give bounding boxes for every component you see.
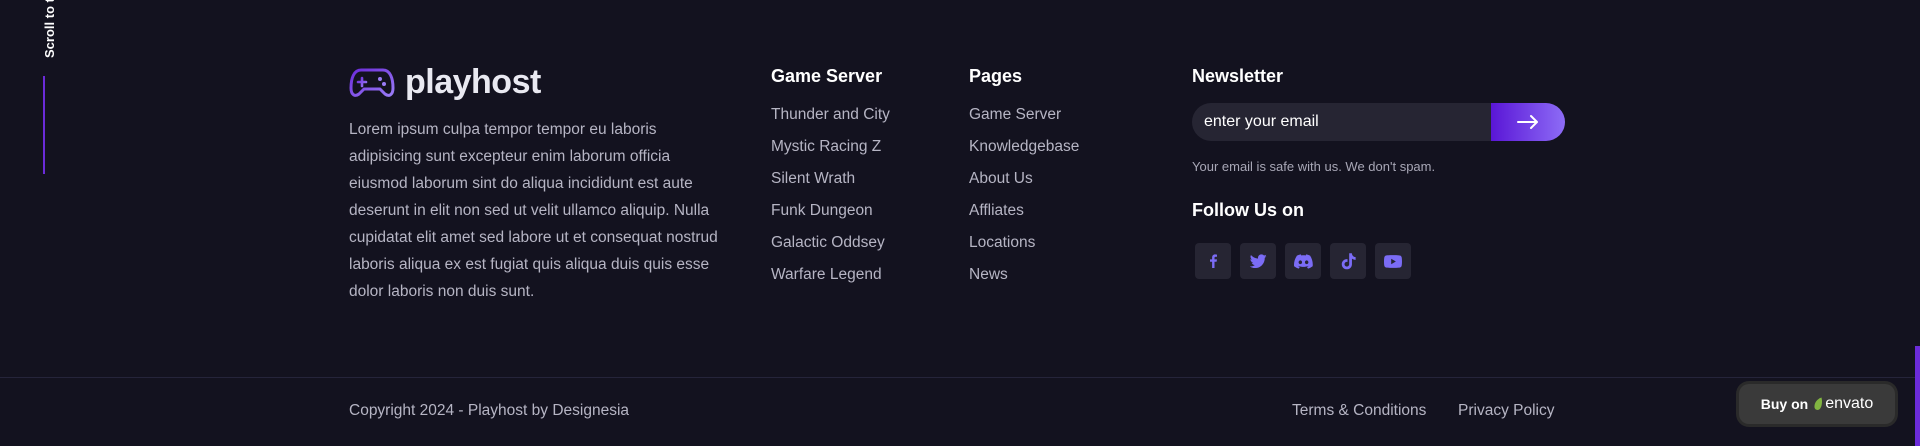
pages-link[interactable]: Knowledgebase (969, 137, 1079, 169)
pages-link[interactable]: Game Server (969, 105, 1079, 137)
envato-label: envato (1825, 395, 1874, 412)
pages-link[interactable]: Locations (969, 233, 1079, 265)
pages-link[interactable]: Affliates (969, 201, 1079, 233)
newsletter-block: Newsletter Your email is safe with us. W… (1192, 66, 1572, 279)
pages-list: Game Server Knowledgebase About Us Affli… (969, 105, 1079, 297)
pages-link[interactable]: News (969, 265, 1079, 297)
subscribe-form (1192, 103, 1565, 141)
buy-label: Buy on (1760, 396, 1809, 412)
social-links (1195, 243, 1572, 279)
logo-text: playhost (405, 62, 541, 101)
pages-link[interactable]: About Us (969, 169, 1079, 201)
email-input[interactable] (1192, 103, 1491, 141)
scroll-line (43, 76, 45, 174)
youtube-icon (1384, 254, 1402, 268)
newsletter-title: Newsletter (1192, 66, 1284, 86)
game-server-title: Game Server (771, 66, 883, 86)
game-server-link[interactable]: Thunder and City (771, 105, 890, 137)
twitter-icon (1249, 253, 1267, 268)
game-server-link[interactable]: Mystic Racing Z (771, 137, 890, 169)
logo[interactable]: playhost (349, 62, 729, 102)
copyright-text: Copyright 2024 - Playhost by Designesia (349, 402, 630, 419)
footer-divider (0, 377, 1920, 378)
subscribe-button[interactable] (1491, 103, 1565, 141)
tiktok-icon (1341, 252, 1356, 269)
follow-title: Follow Us on (1192, 200, 1304, 220)
scroll-to-top-label[interactable]: Scroll to top (42, 0, 57, 58)
brand-block: playhost Lorem ipsum culpa tempor tempor… (349, 62, 729, 305)
about-text: Lorem ipsum culpa tempor tempor eu labor… (349, 121, 718, 300)
gamepad-icon (349, 68, 395, 97)
arrow-right-icon (1517, 115, 1538, 129)
scroll-to-top[interactable]: Scroll to top (30, 0, 58, 180)
terms-link[interactable]: Terms & Conditions (1292, 402, 1426, 420)
privacy-link[interactable]: Privacy Policy (1458, 402, 1554, 420)
pages-title: Pages (969, 66, 1023, 86)
twitter-link[interactable] (1240, 243, 1276, 279)
game-server-link[interactable]: Silent Wrath (771, 169, 890, 201)
discord-link[interactable] (1285, 243, 1321, 279)
game-server-column: Game Server Thunder and City Mystic Raci… (771, 66, 890, 297)
pages-column: Pages Game Server Knowledgebase About Us… (969, 66, 1079, 297)
facebook-link[interactable] (1195, 243, 1231, 279)
game-server-link[interactable]: Galactic Oddsey (771, 233, 890, 265)
newsletter-note: Your email is safe with us. We don't spa… (1192, 159, 1436, 174)
envato-leaf-icon (1814, 397, 1823, 410)
scrollbar-accent[interactable] (1915, 346, 1920, 446)
discord-icon (1293, 253, 1313, 269)
youtube-link[interactable] (1375, 243, 1411, 279)
facebook-icon (1210, 254, 1217, 268)
game-server-link[interactable]: Funk Dungeon (771, 201, 890, 233)
game-server-list: Thunder and City Mystic Racing Z Silent … (771, 105, 890, 297)
footer-main: playhost Lorem ipsum culpa tempor tempor… (349, 62, 1579, 362)
tiktok-link[interactable] (1330, 243, 1366, 279)
buy-on-envato-button[interactable]: Buy on envato (1739, 384, 1895, 424)
game-server-link[interactable]: Warfare Legend (771, 265, 890, 297)
